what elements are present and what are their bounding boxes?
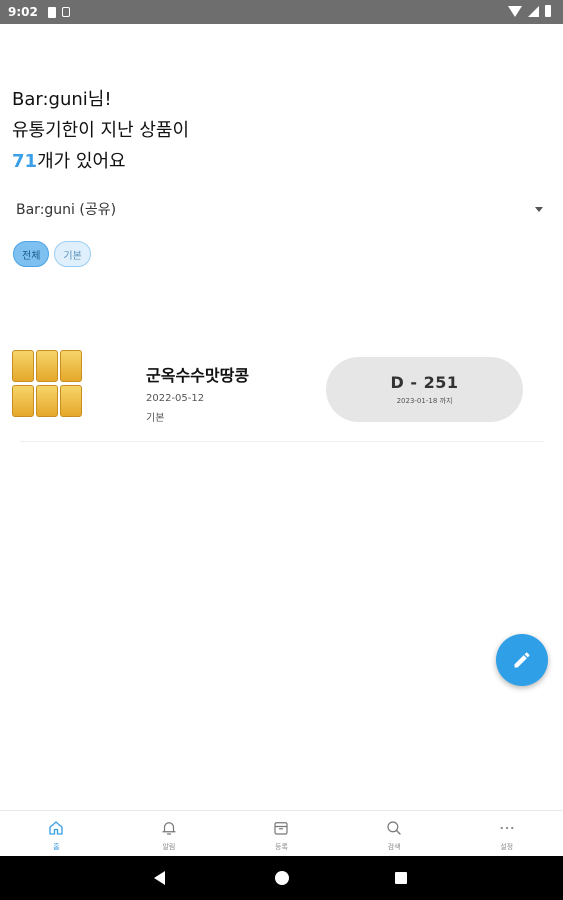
nav-home-label: 홈 bbox=[53, 843, 60, 851]
back-icon[interactable] bbox=[154, 871, 165, 885]
more-icon bbox=[500, 826, 514, 830]
bottom-nav: 홈 알림 등록 검색 설정 bbox=[0, 810, 563, 857]
edit-fab-button[interactable] bbox=[496, 634, 548, 686]
product-category: 기본 bbox=[146, 413, 165, 424]
product-item[interactable]: 군옥수수맛땅콩 2022-05-12 기본 D - 251 2023-01-18… bbox=[12, 350, 544, 442]
product-name: 군옥수수맛땅콩 bbox=[146, 366, 250, 385]
greeting-line2: 유통기한이 지난 상품이 bbox=[12, 120, 190, 141]
nav-search[interactable]: 검색 bbox=[338, 811, 451, 857]
document-icon bbox=[61, 6, 70, 17]
status-time: 9:02 bbox=[8, 5, 38, 19]
expiry-until: 2023-01-18 까지 bbox=[396, 397, 453, 405]
honorific: 님! bbox=[87, 89, 112, 110]
product-date: 2022-05-12 bbox=[146, 393, 205, 404]
search-icon bbox=[387, 821, 401, 835]
expired-summary: Bar:guni님! 유통기한이 지난 상품이 71개가 있어요 bbox=[12, 84, 189, 177]
bell-icon bbox=[162, 822, 176, 835]
greeting-line3: 개가 있어요 bbox=[37, 151, 126, 172]
signal-icon bbox=[528, 5, 539, 17]
user-name: Bar:guni bbox=[12, 89, 88, 110]
nav-register[interactable]: 등록 bbox=[225, 811, 338, 857]
group-dropdown-value: Bar:guni (공유) bbox=[16, 202, 117, 218]
nav-search-label: 검색 bbox=[387, 843, 401, 851]
battery-icon bbox=[545, 5, 551, 17]
product-info: 군옥수수맛땅콩 2022-05-12 기본 bbox=[146, 362, 249, 424]
nav-settings[interactable]: 설정 bbox=[450, 811, 563, 857]
pencil-icon bbox=[514, 652, 530, 668]
recents-icon[interactable] bbox=[395, 872, 407, 884]
category-chips: 전체 기본 bbox=[13, 241, 91, 267]
dropdown-arrow-icon bbox=[535, 206, 543, 212]
wifi-icon bbox=[508, 5, 522, 17]
dday-value: D - 251 bbox=[390, 373, 459, 392]
home-icon bbox=[49, 821, 63, 835]
dday-badge: D - 251 2023-01-18 까지 bbox=[326, 357, 523, 422]
box-icon bbox=[274, 822, 289, 835]
nav-alerts-label: 알림 bbox=[162, 843, 176, 851]
expired-count: 71 bbox=[12, 151, 38, 172]
home-circle-icon[interactable] bbox=[275, 871, 289, 885]
group-dropdown[interactable]: Bar:guni (공유) bbox=[16, 196, 549, 222]
sim-card-icon bbox=[47, 6, 56, 18]
product-image bbox=[12, 350, 84, 418]
system-nav-bar bbox=[0, 856, 563, 900]
chip-default[interactable]: 기본 bbox=[54, 241, 91, 267]
nav-register-label: 등록 bbox=[275, 843, 288, 851]
nav-alerts[interactable]: 알림 bbox=[113, 811, 226, 857]
status-bar: 9:02 bbox=[0, 0, 563, 24]
nav-home[interactable]: 홈 bbox=[0, 811, 113, 857]
chip-all[interactable]: 전체 bbox=[13, 241, 50, 267]
nav-settings-label: 설정 bbox=[500, 843, 514, 851]
